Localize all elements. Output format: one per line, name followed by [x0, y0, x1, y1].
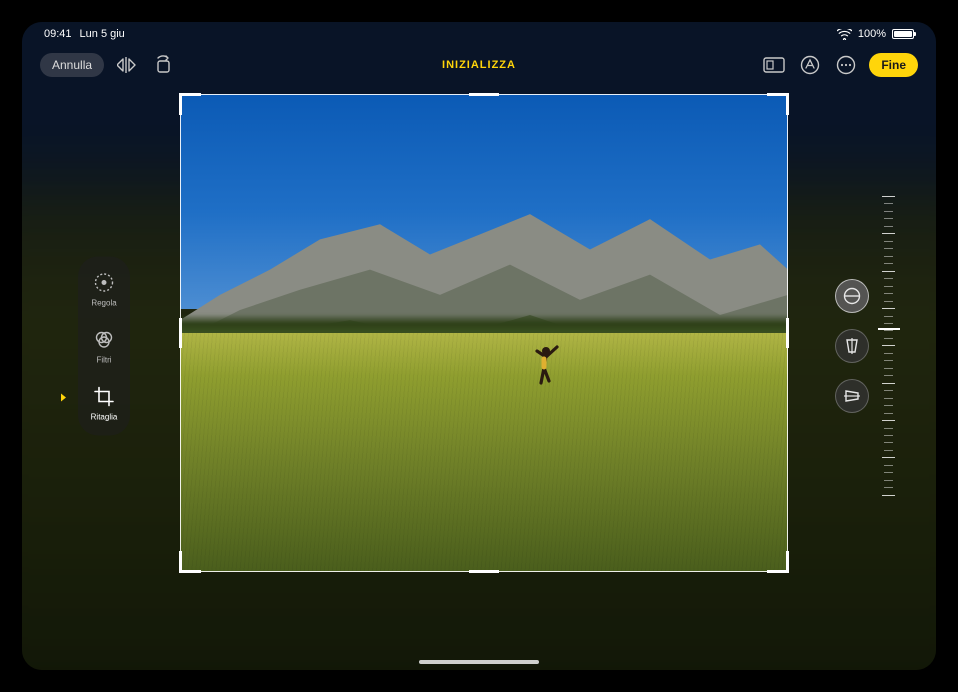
status-time: 09:41 [44, 28, 72, 40]
photo-grass [180, 333, 788, 572]
adjust-icon [92, 271, 116, 295]
tool-adjust-label: Regola [91, 299, 116, 308]
markup-icon[interactable] [797, 52, 823, 78]
editor-toolbar: Annulla INIZIALIZZA Fine [22, 48, 936, 82]
filters-icon [92, 328, 116, 352]
rotation-dial-indicator [878, 328, 900, 330]
page-title[interactable]: INIZIALIZZA [442, 59, 516, 71]
done-button[interactable]: Fine [869, 53, 918, 77]
tool-adjust[interactable]: Regola [78, 271, 130, 308]
photo-subject [533, 343, 563, 388]
tool-crop[interactable]: Ritaglia [78, 385, 130, 422]
tool-filters-label: Filtri [96, 356, 111, 365]
home-indicator[interactable] [419, 660, 539, 664]
crop-icon [92, 385, 116, 409]
crop-right-controls [835, 196, 890, 496]
perspective-horizontal-button[interactable] [835, 379, 869, 413]
flip-horizontal-icon[interactable] [114, 52, 140, 78]
aspect-ratio-icon[interactable] [761, 52, 787, 78]
photo-preview [180, 94, 788, 572]
crop-canvas[interactable] [180, 94, 788, 572]
more-icon[interactable] [833, 52, 859, 78]
perspective-vertical-button[interactable] [835, 329, 869, 363]
wifi-icon [837, 29, 852, 40]
undo-button[interactable]: Annulla [40, 53, 104, 77]
tool-crop-label: Ritaglia [91, 413, 118, 422]
tool-filters[interactable]: Filtri [78, 328, 130, 365]
screen: 09:41 Lun 5 giu 100% Annulla [22, 22, 936, 670]
rotate-icon[interactable] [150, 52, 176, 78]
battery-percent: 100% [858, 28, 886, 40]
straighten-button[interactable] [835, 279, 869, 313]
rotation-dial[interactable] [887, 196, 890, 496]
ipad-frame: 09:41 Lun 5 giu 100% Annulla [0, 0, 958, 692]
status-bar: 09:41 Lun 5 giu 100% [22, 22, 936, 46]
status-date: Lun 5 giu [80, 28, 125, 40]
battery-icon [892, 29, 914, 39]
edit-mode-sidebar: Regola Filtri Ritaglia [78, 257, 130, 436]
